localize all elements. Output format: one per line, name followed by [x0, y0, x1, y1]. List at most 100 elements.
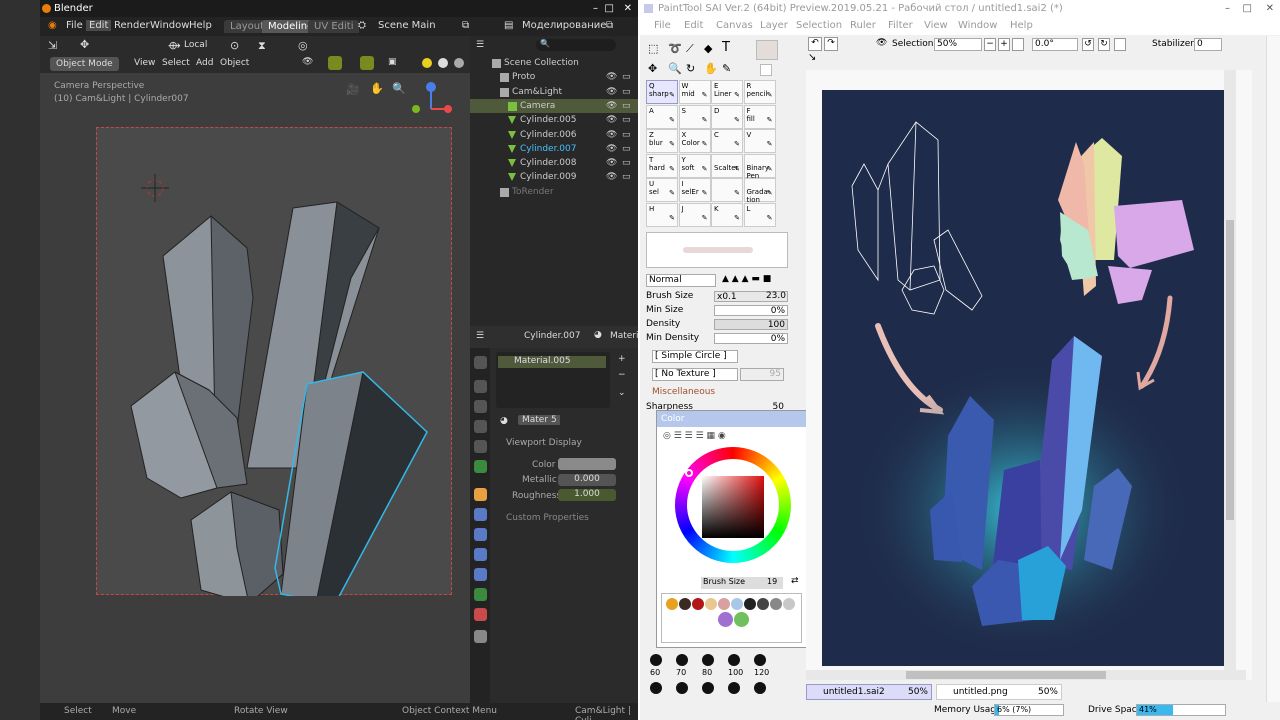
rotate-right-button[interactable]: ↻: [1098, 38, 1110, 51]
color-swatch[interactable]: [783, 598, 795, 610]
sai-menu-ruler[interactable]: Ruler: [850, 20, 876, 31]
render-camera-icon[interactable]: ▭: [622, 128, 631, 142]
material-name-field[interactable]: Mater: [518, 415, 553, 425]
nav-arrow[interactable]: ↘: [808, 52, 816, 63]
object-tab-icon[interactable]: [474, 488, 487, 501]
hand-pan-icon[interactable]: ✋: [370, 82, 384, 95]
view-layer-name[interactable]: Моделирование: [522, 20, 606, 31]
text-tool-icon[interactable]: T: [722, 40, 730, 55]
render-camera-icon[interactable]: ▭: [622, 142, 631, 156]
rotate-tool-icon[interactable]: ↻: [686, 62, 695, 75]
outliner-row[interactable]: Cylinder.005 👁 ▭: [470, 113, 638, 127]
snap-icon[interactable]: ⧗: [258, 39, 266, 53]
render-camera-icon[interactable]: ▭: [622, 70, 631, 84]
visibility-eye-icon[interactable]: 👁: [606, 99, 617, 113]
zoom-out-button[interactable]: −: [984, 38, 996, 51]
metallic-field[interactable]: 0.000: [558, 474, 616, 486]
sai-menu-layer[interactable]: Layer: [760, 20, 788, 31]
brush-tool-cell[interactable]: X Color ✎: [678, 129, 711, 153]
outliner-type-icon[interactable]: ☰: [476, 40, 484, 50]
texture-strength[interactable]: 95: [740, 368, 784, 381]
color-swatch[interactable]: [718, 612, 733, 627]
scene-icon[interactable]: ⛭: [358, 20, 366, 31]
outliner-row[interactable]: Cylinder.009 👁 ▭: [470, 170, 638, 184]
sai-menu-view[interactable]: View: [924, 20, 948, 31]
brush-tool-cell[interactable]: ✎: [711, 178, 743, 202]
color-swatch[interactable]: [679, 598, 691, 610]
sai-close-button[interactable]: ✕: [1266, 0, 1274, 17]
color-field[interactable]: [558, 458, 616, 470]
camera-icon[interactable]: 🎥: [346, 83, 360, 96]
brush-size-dot[interactable]: [728, 682, 740, 694]
menu-render[interactable]: Render: [114, 20, 150, 31]
brush-size-dot[interactable]: [650, 682, 662, 694]
file-tab-2[interactable]: untitled.png 50%: [936, 684, 1062, 700]
overlay-icon[interactable]: [360, 56, 374, 70]
outliner-row[interactable]: Cylinder.008 👁 ▭: [470, 156, 638, 170]
brush-tool-cell[interactable]: Scalter ✎: [711, 153, 743, 178]
visibility-eye-icon[interactable]: 👁: [606, 156, 617, 170]
copy-scene-icon[interactable]: ⧉: [462, 20, 469, 31]
color-mode-icons[interactable]: ◎ ☰ ☰ ☰ ▦ ◉: [663, 431, 726, 441]
brush-tool-cell[interactable]: J ✎: [678, 202, 711, 227]
material-slot-item[interactable]: Material.005: [498, 356, 606, 368]
material-slots-list[interactable]: Material.005: [496, 352, 610, 408]
sai-menu-filter[interactable]: Filter: [888, 20, 913, 31]
modifier-tab-icon[interactable]: [474, 508, 487, 521]
color-swatch[interactable]: [692, 598, 704, 610]
outliner-row[interactable]: Cylinder.007 👁 ▭: [470, 142, 638, 156]
minimize-button[interactable]: –: [593, 0, 598, 17]
right-scrollbar[interactable]: [1266, 36, 1280, 702]
copy-layer-icon[interactable]: ⧉: [606, 20, 613, 31]
zoom-dropdown[interactable]: 50%: [934, 38, 982, 51]
move-icon[interactable]: ✥: [648, 62, 657, 75]
visibility-eye-icon[interactable]: 👁: [606, 113, 617, 127]
brush-tool-cell[interactable]: Ysoft ✎: [678, 153, 711, 178]
render-camera-icon[interactable]: ▭: [622, 113, 631, 127]
shading-solid-icon[interactable]: [422, 58, 432, 68]
eyedropper-icon[interactable]: ✎: [722, 62, 731, 75]
blender-menu-icon[interactable]: ◉: [48, 20, 57, 31]
outliner-row[interactable]: Scene Collection: [470, 56, 638, 70]
saturation-value-square[interactable]: [702, 476, 764, 538]
physics-tab-icon[interactable]: [474, 548, 487, 561]
object-menu[interactable]: Object: [220, 58, 249, 68]
color-swatch[interactable]: [731, 598, 743, 610]
scene-tab-icon[interactable]: [474, 440, 487, 453]
brush-size-dot[interactable]: [728, 654, 740, 666]
data-tab-icon[interactable]: [474, 588, 487, 601]
brush-tool-cell[interactable]: D ✎: [711, 104, 743, 129]
vscroll-thumb[interactable]: [1226, 220, 1234, 520]
brush-tool-cell[interactable]: Thard ✎: [646, 153, 678, 178]
orientation-dropdown[interactable]: Local: [178, 38, 213, 52]
brush-size-dot[interactable]: [676, 682, 688, 694]
primary-color-swatch[interactable]: [756, 40, 778, 60]
flip-button[interactable]: [1114, 38, 1126, 51]
outliner-search[interactable]: 🔍: [536, 39, 616, 51]
brush-tool-cell[interactable]: Usel ✎: [646, 178, 678, 202]
angle-dropdown[interactable]: 0.0°: [1032, 38, 1078, 51]
brush-tool-cell[interactable]: C ✎: [711, 129, 743, 153]
selection-visible-icon[interactable]: 👁: [876, 38, 887, 48]
cp-scroll-icon[interactable]: ⇄: [791, 576, 799, 586]
visibility-icon[interactable]: 👁: [302, 57, 313, 67]
color-swatch[interactable]: [734, 612, 749, 627]
brush-size-dot[interactable]: [754, 654, 766, 666]
outliner-row[interactable]: ToRender: [470, 185, 638, 199]
render-camera-icon[interactable]: ▭: [622, 156, 631, 170]
menu-file[interactable]: File: [66, 20, 83, 31]
visibility-eye-icon[interactable]: 👁: [606, 142, 617, 156]
color-swatch[interactable]: [705, 598, 717, 610]
proportional-icon[interactable]: ◎: [298, 39, 308, 52]
brush-size-dot[interactable]: [754, 682, 766, 694]
roughness-field[interactable]: 1.000: [558, 489, 616, 501]
color-swatch[interactable]: [666, 598, 678, 610]
secondary-color-swatch[interactable]: [760, 64, 772, 76]
brush-tool-cell[interactable]: L ✎: [743, 202, 776, 227]
color-swatch[interactable]: [718, 598, 730, 610]
file-tab-1[interactable]: untitled1.sai2 50%: [806, 684, 932, 700]
close-button[interactable]: ✕: [624, 0, 632, 17]
undo-icon[interactable]: ↶: [808, 37, 822, 51]
eraser-select-icon[interactable]: ◆: [704, 42, 712, 55]
zoom-tool-icon[interactable]: 🔍: [668, 62, 682, 75]
